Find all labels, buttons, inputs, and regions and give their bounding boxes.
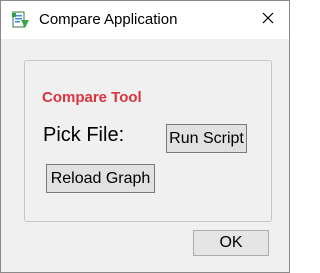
title-bar[interactable]: Compare Application <box>1 1 289 39</box>
close-button[interactable] <box>247 1 289 39</box>
compare-tool-heading: Compare Tool <box>42 89 142 106</box>
pick-file-label: Pick File: <box>43 124 125 146</box>
run-script-button[interactable]: Run Script <box>166 124 247 153</box>
reload-graph-button[interactable]: Reload Graph <box>46 164 155 193</box>
window-title: Compare Application <box>39 11 178 28</box>
ok-button[interactable]: OK <box>193 230 269 256</box>
close-icon <box>262 11 274 29</box>
application-script-icon <box>11 11 31 29</box>
